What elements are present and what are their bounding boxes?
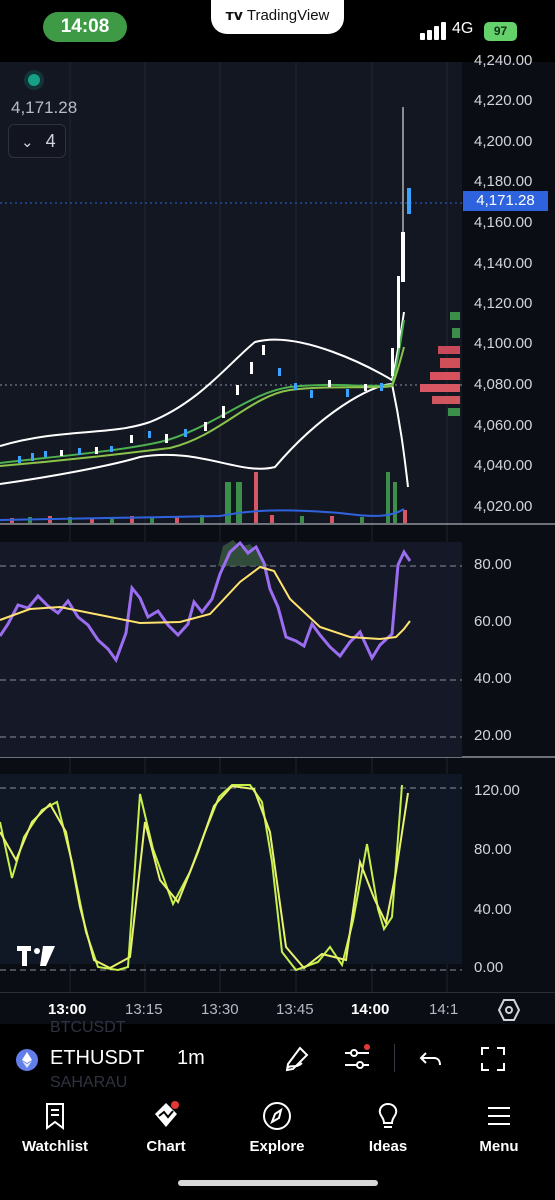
fullscreen-icon[interactable] bbox=[478, 1044, 508, 1074]
lightbulb-icon bbox=[378, 1102, 398, 1128]
price-label-4120: 4,120.00 bbox=[474, 295, 533, 312]
nav-chart[interactable]: Chart bbox=[116, 1100, 216, 1155]
rsi-label-40: 40.00 bbox=[474, 670, 512, 687]
price-label-4060: 4,060.00 bbox=[474, 417, 533, 434]
app-brand-pill: ᴛᴠ TradingView bbox=[211, 0, 344, 34]
stoch-label-120: 120.00 bbox=[474, 782, 520, 799]
chart-status-dot bbox=[28, 74, 40, 86]
chevron-down-icon: ⌄ bbox=[21, 133, 34, 151]
ghost-symbol-below: SAHARAU bbox=[50, 1074, 128, 1091]
stoch-label-0: 0.00 bbox=[474, 959, 504, 976]
rsi-label-80: 80.00 bbox=[474, 556, 512, 573]
ethereum-icon bbox=[16, 1049, 38, 1071]
price-label-4080: 4,080.00 bbox=[474, 376, 533, 393]
tradingview-watermark-icon bbox=[17, 946, 55, 966]
status-time: 14:08 bbox=[43, 12, 127, 42]
undo-icon[interactable] bbox=[416, 1044, 446, 1074]
price-label-4160: 4,160.00 bbox=[474, 214, 533, 231]
time-label-1315: 13:15 bbox=[125, 1001, 163, 1018]
time-label-1300: 13:00 bbox=[48, 1001, 87, 1018]
network-type: 4G bbox=[452, 20, 474, 37]
price-label-4220: 4,220.00 bbox=[474, 92, 533, 109]
drawing-tool-icon[interactable] bbox=[282, 1044, 312, 1074]
nav-menu[interactable]: Menu bbox=[449, 1100, 549, 1155]
price-label-4040: 4,040.00 bbox=[474, 457, 533, 474]
time-label-1415: 14:1 bbox=[429, 1001, 459, 1018]
menu-icon bbox=[488, 1107, 510, 1125]
collapse-indicators-button[interactable]: ⌄ 4 bbox=[8, 124, 66, 158]
time-label-1345: 13:45 bbox=[276, 1001, 314, 1018]
nav-explore[interactable]: Explore bbox=[227, 1100, 327, 1155]
rsi-label-60: 60.00 bbox=[474, 613, 512, 630]
ghost-symbol-above: BTCUSDT bbox=[50, 1019, 126, 1036]
nav-chart-label: Chart bbox=[146, 1138, 186, 1155]
nav-watchlist-label: Watchlist bbox=[21, 1138, 89, 1155]
legend-price: 4,171.28 bbox=[11, 98, 78, 117]
nav-ideas[interactable]: Ideas bbox=[338, 1100, 438, 1155]
chart-area[interactable]: 4,171.28 ⌄ 4 4,240.00 4,220.00 4,200.00 4… bbox=[0, 52, 555, 992]
indicators-icon[interactable] bbox=[342, 1044, 372, 1074]
app-name: TradingView bbox=[246, 7, 330, 24]
bottom-navigation: Watchlist Chart Explore Ideas Menu bbox=[0, 1092, 555, 1200]
nav-watchlist[interactable]: Watchlist bbox=[5, 1100, 105, 1155]
status-bar: 14:08 ᴛᴠ TradingView 4G 97 bbox=[0, 0, 555, 62]
battery-level: 97 bbox=[484, 22, 517, 41]
symbol-bar: BTCUSDT SAHARAU ETHUSDT 1m bbox=[0, 1019, 555, 1092]
price-label-4140: 4,140.00 bbox=[474, 255, 533, 272]
price-label-4020: 4,020.00 bbox=[474, 498, 533, 515]
stoch-label-80: 80.00 bbox=[474, 841, 512, 858]
price-label-4200: 4,200.00 bbox=[474, 133, 533, 150]
indicator-count: 4 bbox=[45, 131, 56, 151]
interval-button[interactable]: 1m bbox=[177, 1047, 205, 1070]
signal-strength-icon bbox=[420, 22, 446, 40]
rsi-label-20: 20.00 bbox=[474, 727, 512, 744]
compass-icon bbox=[263, 1102, 291, 1130]
tradingview-logo-icon: ᴛᴠ bbox=[225, 8, 243, 24]
stoch-label-40: 40.00 bbox=[474, 901, 512, 918]
chart-settings-icon[interactable] bbox=[497, 998, 521, 1022]
current-price-label: 4,171.28 bbox=[463, 191, 548, 211]
time-label-1400: 14:00 bbox=[351, 1001, 390, 1018]
toolbar-divider bbox=[394, 1044, 395, 1072]
nav-explore-label: Explore bbox=[249, 1138, 305, 1155]
nav-menu-label: Menu bbox=[479, 1138, 519, 1155]
price-label-4240: 4,240.00 bbox=[474, 52, 533, 69]
bookmark-icon bbox=[46, 1103, 64, 1130]
chart-icon bbox=[155, 1101, 179, 1127]
symbol-name[interactable]: ETHUSDT bbox=[50, 1047, 144, 1070]
price-label-4180: 4,180.00 bbox=[474, 173, 533, 190]
price-label-4100: 4,100.00 bbox=[474, 335, 533, 352]
home-indicator bbox=[178, 1180, 378, 1186]
time-label-1330: 13:30 bbox=[201, 1001, 239, 1018]
nav-ideas-label: Ideas bbox=[368, 1138, 408, 1155]
